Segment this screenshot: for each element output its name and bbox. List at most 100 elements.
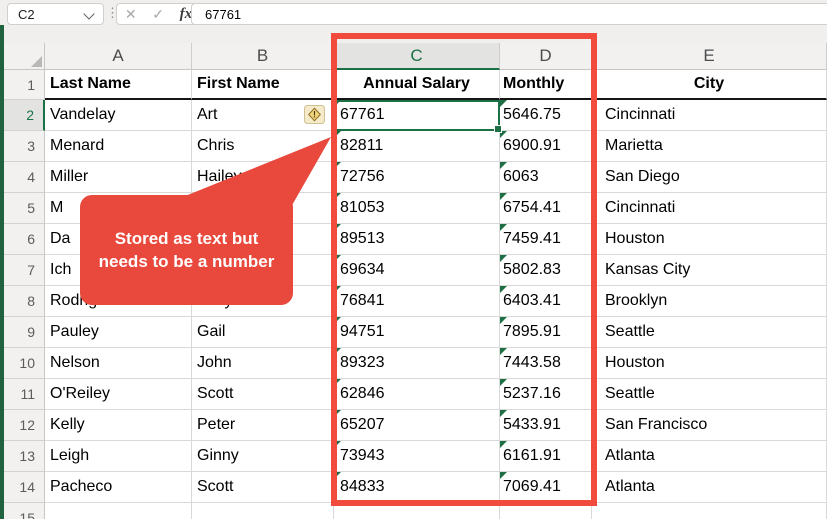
column-header-b[interactable]: B bbox=[192, 43, 334, 70]
row-header-15[interactable]: 15 bbox=[4, 503, 45, 519]
chevron-down-icon[interactable] bbox=[83, 8, 95, 20]
formula-input[interactable]: 67761 bbox=[191, 3, 827, 25]
cell-E14[interactable]: Atlanta bbox=[592, 472, 827, 503]
sheet-row-11: 11 O'Reiley Scott 62846 5237.16 Seattle bbox=[4, 379, 827, 410]
cell-A14[interactable]: Pacheco bbox=[45, 472, 192, 503]
cell-B14[interactable]: Scott bbox=[192, 472, 334, 503]
name-box[interactable]: C2 bbox=[7, 3, 104, 25]
cell-E7[interactable]: Kansas City bbox=[592, 255, 827, 286]
cell-E9[interactable]: Seattle bbox=[592, 317, 827, 348]
cell-A3[interactable]: Menard bbox=[45, 131, 192, 162]
cell-D14[interactable]: 7069.41 bbox=[500, 472, 592, 503]
cell-A9[interactable]: Pauley bbox=[45, 317, 192, 348]
cell-A2[interactable]: Vandelay bbox=[45, 100, 192, 131]
cell-D5[interactable]: 6754.41 bbox=[500, 193, 592, 224]
cell-E11[interactable]: Seattle bbox=[592, 379, 827, 410]
cell-A11[interactable]: O'Reiley bbox=[45, 379, 192, 410]
column-header-d[interactable]: D bbox=[500, 43, 592, 70]
cell-C7[interactable]: 69634 bbox=[334, 255, 500, 286]
cell-D2[interactable]: 5646.75 bbox=[500, 100, 592, 131]
cell-C13[interactable]: 73943 bbox=[334, 441, 500, 472]
cell-C11[interactable]: 62846 bbox=[334, 379, 500, 410]
cell-E2[interactable]: Cincinnati bbox=[592, 100, 827, 131]
cell-D3[interactable]: 6900.91 bbox=[500, 131, 592, 162]
row-header-8[interactable]: 8 bbox=[4, 286, 45, 317]
cell-C4[interactable]: 72756 bbox=[334, 162, 500, 193]
cell-C14[interactable]: 84833 bbox=[334, 472, 500, 503]
sheet-row-4: 4 Miller Hailey 72756 6063 San Diego bbox=[4, 162, 827, 193]
cell-C6[interactable]: 89513 bbox=[334, 224, 500, 255]
row-header-1[interactable]: 1 bbox=[4, 70, 45, 100]
cell-C15[interactable] bbox=[334, 503, 500, 519]
sheet-row-15: 15 bbox=[4, 503, 827, 519]
cell-E13[interactable]: Atlanta bbox=[592, 441, 827, 472]
cell-A1[interactable]: Last Name bbox=[45, 70, 192, 100]
cell-B10[interactable]: John bbox=[192, 348, 334, 379]
cell-C9[interactable]: 94751 bbox=[334, 317, 500, 348]
row-header-9[interactable]: 9 bbox=[4, 317, 45, 348]
row-header-12[interactable]: 12 bbox=[4, 410, 45, 441]
column-header-row: ABCDE bbox=[4, 43, 827, 70]
cell-E8[interactable]: Brooklyn bbox=[592, 286, 827, 317]
cell-D4[interactable]: 6063 bbox=[500, 162, 592, 193]
column-header-e[interactable]: E bbox=[592, 43, 827, 70]
cell-C8[interactable]: 76841 bbox=[334, 286, 500, 317]
cell-C10[interactable]: 89323 bbox=[334, 348, 500, 379]
row-header-7[interactable]: 7 bbox=[4, 255, 45, 286]
cell-E12[interactable]: San Francisco bbox=[592, 410, 827, 441]
cell-D8[interactable]: 6403.41 bbox=[500, 286, 592, 317]
cell-E3[interactable]: Marietta bbox=[592, 131, 827, 162]
row-header-11[interactable]: 11 bbox=[4, 379, 45, 410]
cell-B11[interactable]: Scott bbox=[192, 379, 334, 410]
cell-A13[interactable]: Leigh bbox=[45, 441, 192, 472]
sheet-row-3: 3 Menard Chris 82811 6900.91 Marietta bbox=[4, 131, 827, 162]
row-header-2[interactable]: 2 bbox=[4, 100, 45, 131]
column-header-c[interactable]: C bbox=[334, 43, 500, 70]
error-options-button[interactable]: ! bbox=[304, 105, 325, 124]
cell-D13[interactable]: 6161.91 bbox=[500, 441, 592, 472]
cell-B1[interactable]: First Name bbox=[192, 70, 334, 100]
cell-D7[interactable]: 5802.83 bbox=[500, 255, 592, 286]
cell-D9[interactable]: 7895.91 bbox=[500, 317, 592, 348]
cell-E15[interactable] bbox=[592, 503, 827, 519]
cell-C12[interactable]: 65207 bbox=[334, 410, 500, 441]
row-header-5[interactable]: 5 bbox=[4, 193, 45, 224]
cell-E1[interactable]: City bbox=[592, 70, 827, 100]
cell-A12[interactable]: Kelly bbox=[45, 410, 192, 441]
row-header-6[interactable]: 6 bbox=[4, 224, 45, 255]
column-header-a[interactable]: A bbox=[45, 43, 192, 70]
cell-C5[interactable]: 81053 bbox=[334, 193, 500, 224]
cell-D10[interactable]: 7443.58 bbox=[500, 348, 592, 379]
cell-D12[interactable]: 5433.91 bbox=[500, 410, 592, 441]
cell-E10[interactable]: Houston bbox=[592, 348, 827, 379]
cell-D15[interactable] bbox=[500, 503, 592, 519]
cell-B3[interactable]: Chris bbox=[192, 131, 334, 162]
row-header-4[interactable]: 4 bbox=[4, 162, 45, 193]
cell-A10[interactable]: Nelson bbox=[45, 348, 192, 379]
cell-C2[interactable]: 67761 bbox=[334, 100, 500, 131]
cell-A15[interactable] bbox=[45, 503, 192, 519]
cell-E5[interactable]: Cincinnati bbox=[592, 193, 827, 224]
cancel-icon[interactable]: ✕ bbox=[125, 7, 137, 21]
cell-D6[interactable]: 7459.41 bbox=[500, 224, 592, 255]
cell-D1[interactable]: Monthly bbox=[500, 70, 592, 100]
cell-E6[interactable]: Houston bbox=[592, 224, 827, 255]
formula-buttons-group: ✕ ✓ fx bbox=[116, 3, 201, 25]
row-header-3[interactable]: 3 bbox=[4, 131, 45, 162]
enter-icon[interactable]: ✓ bbox=[152, 7, 164, 21]
cell-B12[interactable]: Peter bbox=[192, 410, 334, 441]
cell-E4[interactable]: San Diego bbox=[592, 162, 827, 193]
row-header-10[interactable]: 10 bbox=[4, 348, 45, 379]
row-header-13[interactable]: 13 bbox=[4, 441, 45, 472]
cell-D11[interactable]: 5237.16 bbox=[500, 379, 592, 410]
cell-C3[interactable]: 82811 bbox=[334, 131, 500, 162]
fill-handle[interactable] bbox=[494, 125, 502, 133]
cell-C1[interactable]: Annual Salary bbox=[334, 70, 500, 100]
cell-B4[interactable]: Hailey bbox=[192, 162, 334, 193]
cell-B13[interactable]: Ginny bbox=[192, 441, 334, 472]
row-header-14[interactable]: 14 bbox=[4, 472, 45, 503]
select-all-corner[interactable] bbox=[4, 43, 45, 70]
cell-B15[interactable] bbox=[192, 503, 334, 519]
cell-B9[interactable]: Gail bbox=[192, 317, 334, 348]
cell-A4[interactable]: Miller bbox=[45, 162, 192, 193]
